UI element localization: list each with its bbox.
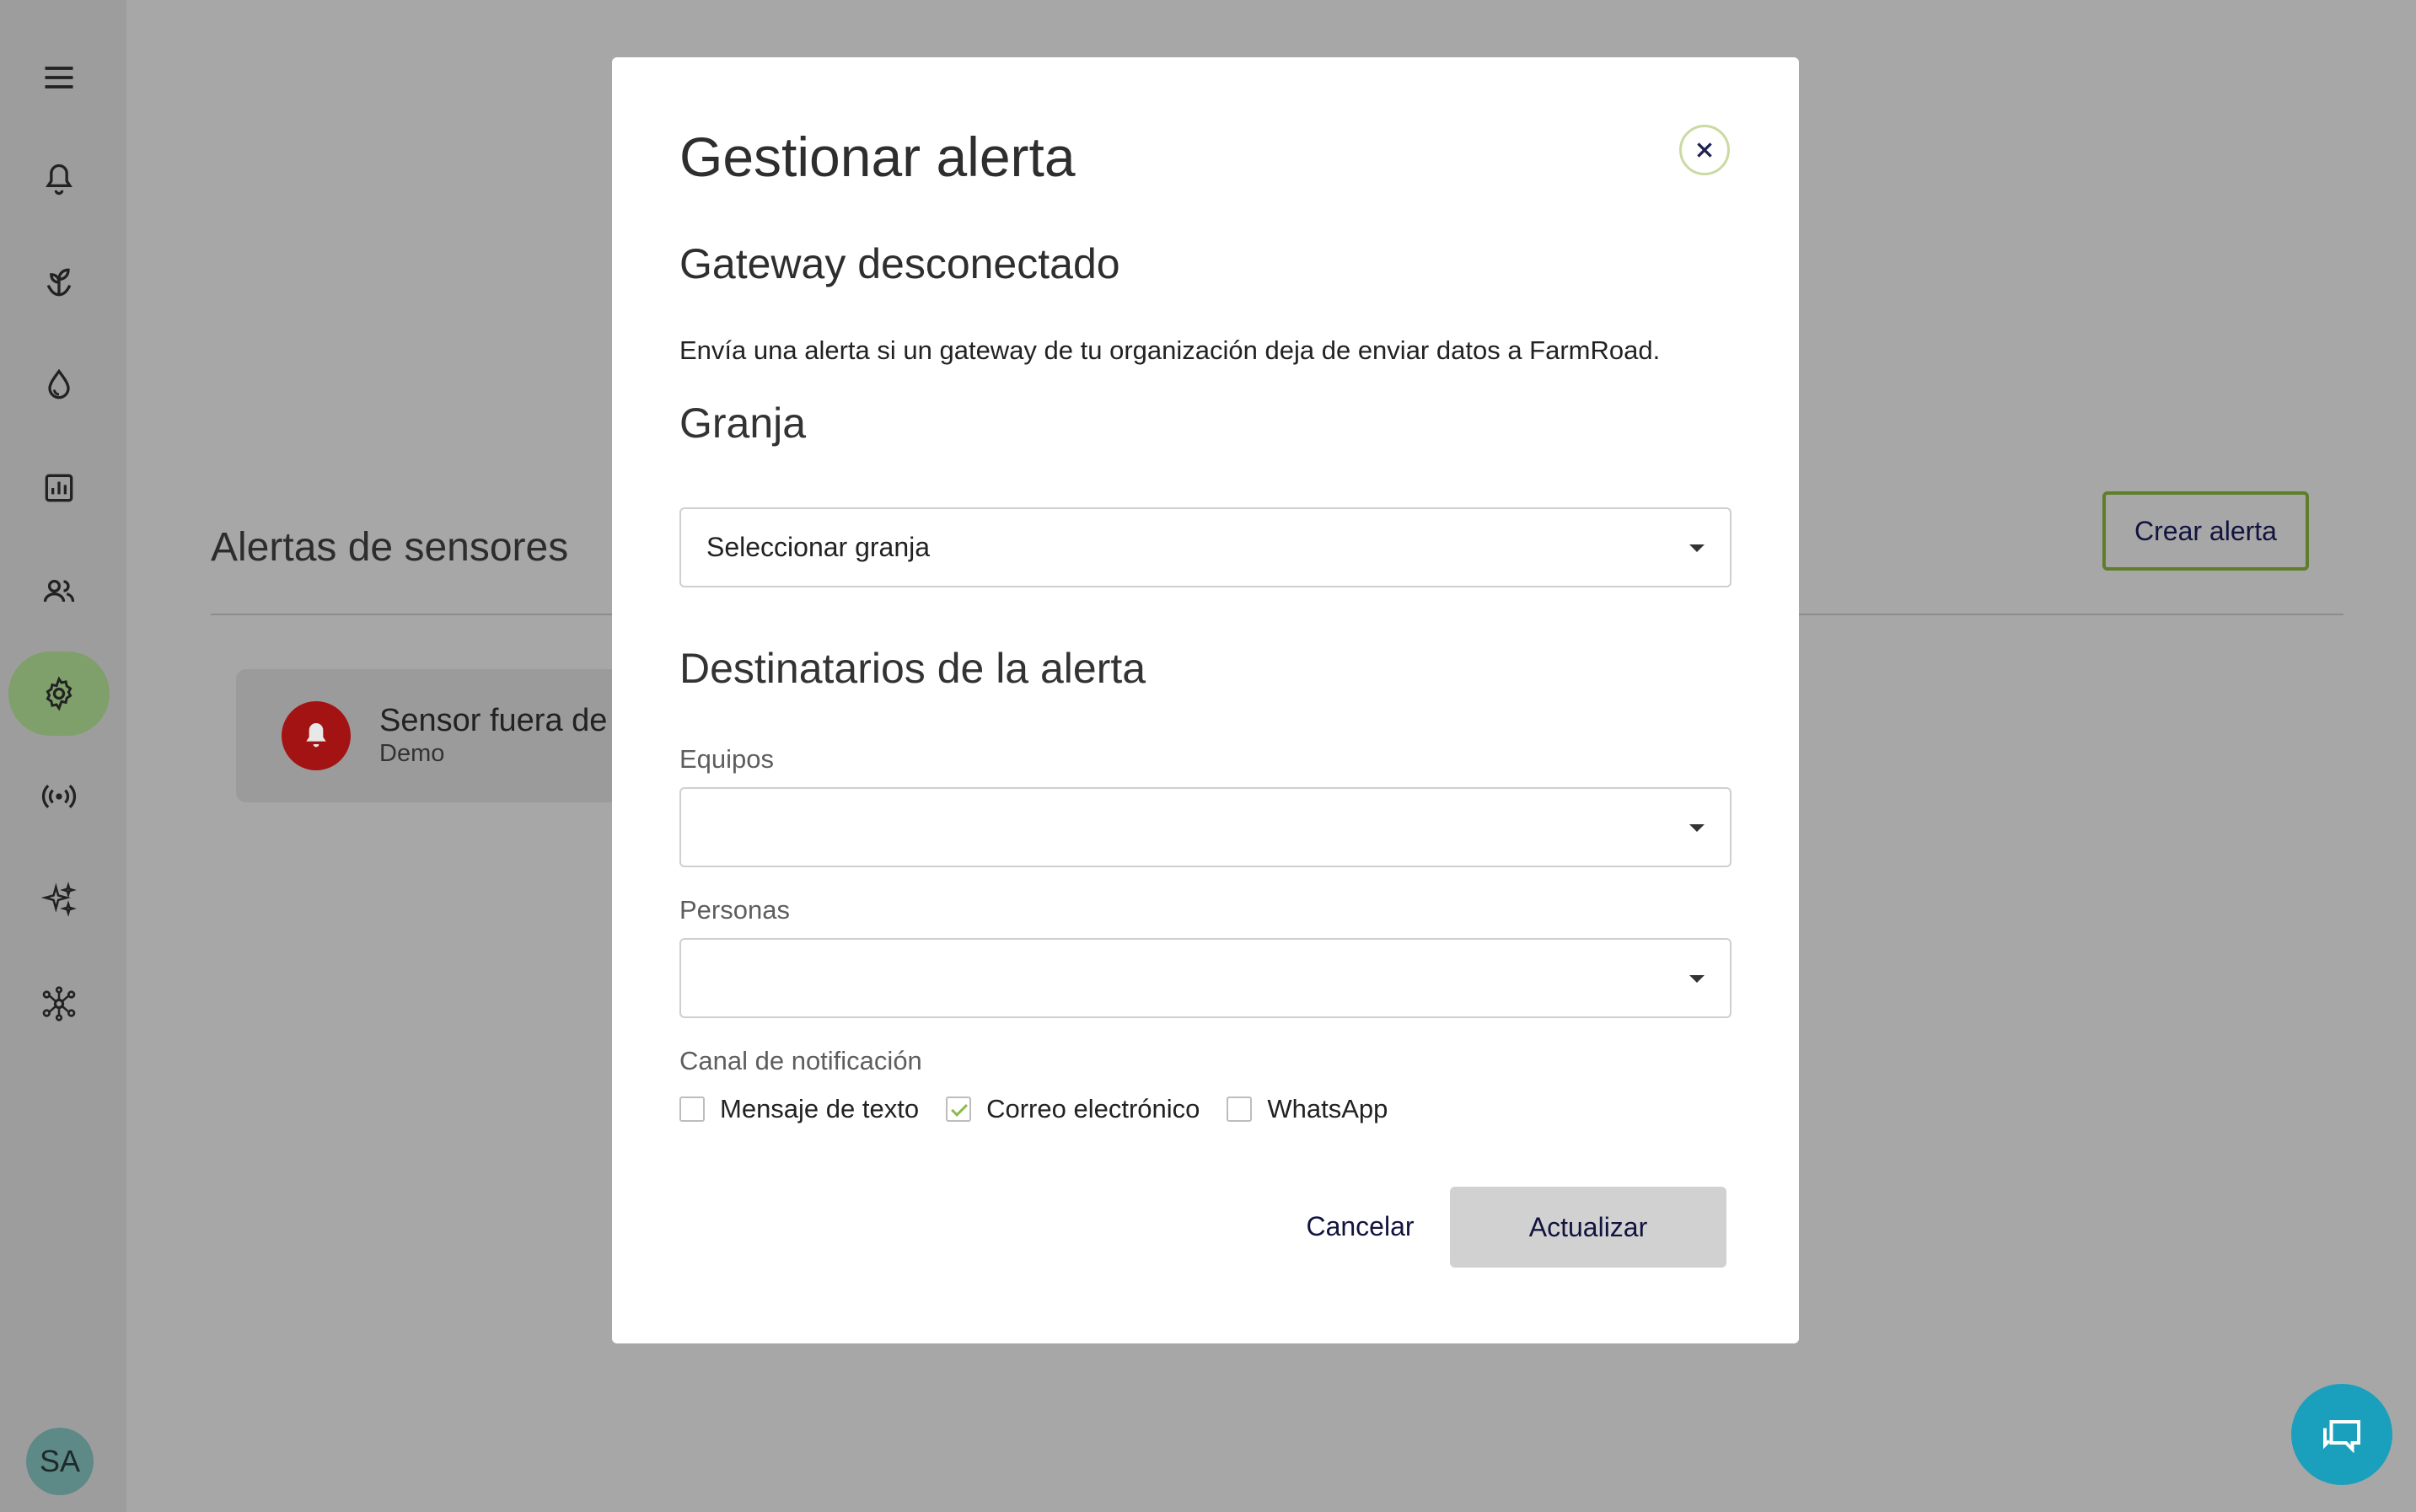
notification-channels: Mensaje de texto Correo electrónico What… <box>679 1092 1415 1126</box>
page-title: Alertas de sensores <box>211 525 569 570</box>
farm-section-title: Granja <box>679 399 807 447</box>
teams-select[interactable] <box>679 787 1731 867</box>
chevron-down-icon <box>1689 544 1705 552</box>
chat-button[interactable] <box>2291 1384 2392 1485</box>
menu-icon <box>45 67 73 88</box>
create-alert-button[interactable]: Crear alerta <box>2102 491 2309 571</box>
sidebar-item-alerts[interactable] <box>8 137 110 222</box>
chevron-down-icon <box>1689 975 1705 983</box>
sidebar-item-integrations[interactable] <box>8 962 110 1046</box>
close-icon <box>1697 142 1712 158</box>
sidebar-item-users[interactable] <box>8 549 110 633</box>
sprout-icon <box>46 268 72 297</box>
sidebar-item-crops[interactable] <box>8 240 110 324</box>
alert-description: Envía una alerta si un gateway de tu org… <box>679 335 1661 365</box>
channel-label: WhatsApp <box>1267 1094 1388 1123</box>
channel-sms[interactable]: Mensaje de texto <box>679 1094 919 1124</box>
sidebar-item-reports[interactable] <box>8 446 110 530</box>
farm-select[interactable]: Seleccionar granja <box>679 507 1731 587</box>
channel-whatsapp[interactable]: WhatsApp <box>1227 1094 1388 1124</box>
people-icon <box>43 579 75 603</box>
channel-label: Mensaje de texto <box>720 1094 920 1123</box>
people-select[interactable] <box>679 938 1731 1018</box>
cancel-button[interactable]: Cancelar <box>1270 1187 1451 1266</box>
chat-icon <box>2323 1420 2360 1454</box>
email-checkbox[interactable] <box>946 1096 972 1122</box>
alert-card-title: Sensor fuera de <box>379 703 608 738</box>
sidebar-item-sensors[interactable] <box>8 754 110 839</box>
whatsapp-checkbox[interactable] <box>1227 1096 1253 1122</box>
manage-alert-dialog: Gestionar alerta Gateway desconectado En… <box>612 57 1799 1343</box>
recipients-section-title: Destinatarios de la alerta <box>679 645 1146 692</box>
avatar-initials: SA <box>39 1444 81 1478</box>
water-drop-icon <box>48 368 70 399</box>
menu-button[interactable] <box>8 35 110 120</box>
alert-card-subtitle: Demo <box>379 740 445 767</box>
sidebar-item-settings[interactable] <box>8 651 110 736</box>
channel-label: Correo electrónico <box>986 1094 1200 1123</box>
sms-checkbox[interactable] <box>679 1096 705 1122</box>
sidebar-item-irrigation[interactable] <box>8 343 110 427</box>
sidebar-item-ai[interactable] <box>8 857 110 941</box>
teams-label: Equipos <box>679 744 775 774</box>
avatar[interactable]: SA <box>26 1428 94 1495</box>
people-label: Personas <box>679 895 790 925</box>
chevron-down-icon <box>1689 824 1705 832</box>
network-icon <box>42 986 76 1021</box>
alert-type-heading: Gateway desconectado <box>679 240 1120 287</box>
gear-icon <box>46 676 72 711</box>
close-button[interactable] <box>1679 125 1730 175</box>
dialog-title: Gestionar alerta <box>679 126 1076 188</box>
bar-chart-icon <box>45 474 73 502</box>
alert-card[interactable]: Sensor fuera de Demo <box>236 669 624 802</box>
channel-email[interactable]: Correo electrónico <box>946 1094 1200 1124</box>
farm-select-value: Seleccionar granja <box>706 532 931 562</box>
sidebar: SA <box>0 0 126 1512</box>
channel-label: Canal de notificación <box>679 1046 922 1075</box>
alert-card-bell-icon <box>282 701 351 770</box>
sparkles-icon <box>40 882 77 917</box>
update-button[interactable]: Actualizar <box>1450 1187 1726 1268</box>
broadcast-icon <box>41 784 77 809</box>
bell-icon <box>46 164 72 196</box>
